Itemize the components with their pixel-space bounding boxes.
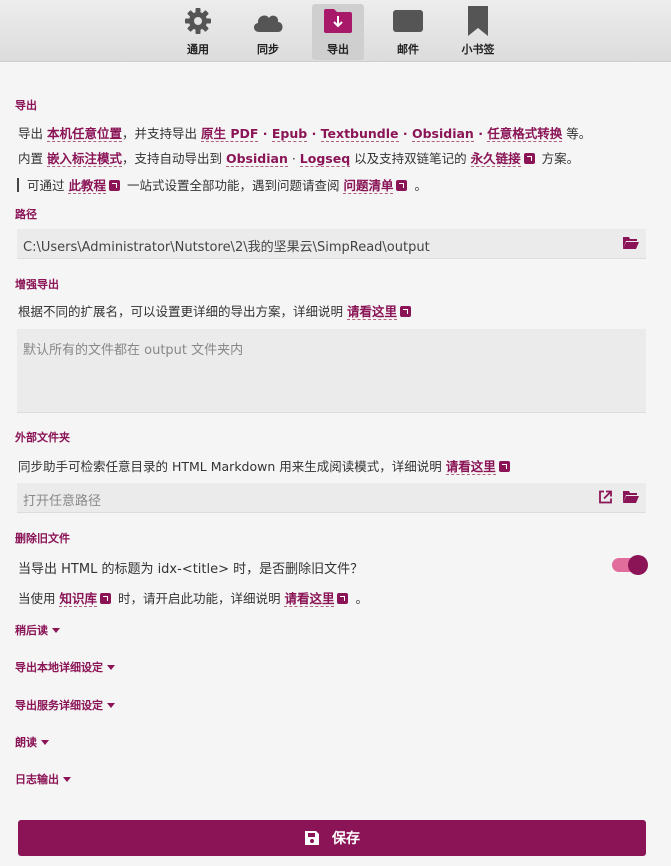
export-heading: 导出 — [15, 99, 37, 112]
tab-bookmarklet[interactable]: 小书签 — [452, 4, 504, 60]
tab-label: 通用 — [187, 43, 209, 56]
logseq-link[interactable]: Logseq — [299, 151, 351, 167]
external-link-icon — [396, 180, 408, 191]
local-link[interactable]: 本机任意位置 — [46, 126, 122, 142]
obsidian-link[interactable]: Obsidian — [225, 151, 288, 167]
external-folder-heading: 外部文件夹 — [15, 431, 70, 444]
external-link-icon — [523, 153, 535, 164]
folder-open-icon[interactable] — [623, 490, 639, 504]
tab-label: 导出 — [327, 43, 349, 56]
folder-open-icon[interactable] — [623, 236, 639, 250]
see-here-link[interactable]: 请看这里 — [346, 304, 397, 320]
bookmark-icon — [461, 4, 495, 38]
mark-mode-link[interactable]: 嵌入标注模式 — [46, 151, 122, 167]
delete-old-note: 当使用 知识库 时，请开启此功能，详细说明 请看这里 。 — [18, 591, 368, 607]
tab-label: 邮件 — [397, 43, 419, 56]
export-desc-line2: 内置 嵌入标注模式，支持自动导出到 Obsidian · Logseq 以及支持… — [18, 151, 580, 167]
save-icon — [305, 831, 319, 845]
delete-old-heading: 删除旧文件 — [15, 532, 70, 545]
save-button[interactable]: 保存 — [18, 820, 646, 856]
external-link-icon — [498, 461, 510, 472]
tab-label: 同步 — [257, 43, 279, 56]
export-folder-icon — [321, 4, 355, 38]
tab-export[interactable]: 导出 — [312, 4, 364, 60]
anyformat-link[interactable]: 任意格式转换 — [487, 126, 563, 142]
see-here-link[interactable]: 请看这里 — [284, 591, 335, 607]
enhanced-export-heading: 增强导出 — [15, 278, 59, 291]
caret-down-icon — [107, 703, 115, 708]
see-here-link[interactable]: 请看这里 — [445, 459, 496, 475]
caret-down-icon — [52, 628, 60, 633]
settings-toolbar: 通用 同步 导出 邮件 小书签 — [0, 0, 671, 62]
toggle-knob — [628, 555, 648, 575]
textbundle-link[interactable]: Textbundle — [320, 126, 399, 142]
tab-general[interactable]: 通用 — [172, 4, 224, 60]
delete-old-question: 当导出 HTML 的标题为 idx-<title> 时，是否删除旧文件？ — [18, 562, 364, 577]
external-link-icon — [400, 306, 411, 317]
tab-mail[interactable]: 邮件 — [382, 4, 434, 60]
caret-down-icon — [41, 740, 49, 745]
external-folder-desc: 同步助手可检索任意目录的 HTML Markdown 用来生成阅读模式，详细说明… — [18, 456, 513, 475]
external-link-icon — [337, 593, 349, 604]
caret-down-icon — [63, 777, 71, 782]
tab-sync[interactable]: 同步 — [242, 4, 294, 60]
external-folder-input[interactable]: 打开任意路径 — [17, 483, 646, 513]
pdf-link[interactable]: 原生 PDF — [200, 126, 259, 142]
section-log-output[interactable]: 日志输出 — [15, 771, 71, 787]
section-read-later[interactable]: 稍后读 — [15, 622, 60, 638]
delete-old-toggle[interactable] — [612, 555, 648, 575]
enhanced-export-textarea[interactable]: 默认所有的文件都在 output 文件夹内 — [17, 329, 646, 413]
tutorial-link[interactable]: 此教程 — [68, 178, 106, 194]
mail-icon — [391, 4, 425, 38]
section-service-export-settings[interactable]: 导出服务详细设定 — [15, 697, 115, 713]
gear-icon — [181, 4, 215, 38]
open-external-icon[interactable] — [599, 490, 612, 504]
path-heading: 路径 — [15, 208, 37, 221]
export-desc-line3: 可通过 此教程 一站式设置全部功能，遇到问题请查阅 问题清单 。 — [17, 175, 427, 194]
path-input[interactable]: C:\Users\Administrator\Nutstore\2\我的坚果云\… — [17, 229, 646, 259]
section-tts[interactable]: 朗读 — [15, 734, 49, 750]
tab-label: 小书签 — [461, 43, 495, 56]
epub-link[interactable]: Epub — [271, 126, 308, 142]
caret-down-icon — [107, 665, 115, 670]
quote-bar — [17, 178, 19, 192]
section-local-export-settings[interactable]: 导出本地详细设定 — [15, 659, 115, 675]
obsidian-link[interactable]: Obsidian — [411, 126, 474, 142]
enhanced-export-desc: 根据不同的扩展名，可以设置更详细的导出方案，详细说明 请看这里 — [18, 301, 414, 320]
issues-link[interactable]: 问题清单 — [343, 178, 394, 194]
external-link-icon — [109, 180, 120, 191]
cloud-icon — [251, 4, 285, 38]
external-link-icon — [100, 593, 111, 604]
permalink-link[interactable]: 永久链接 — [470, 151, 521, 167]
knowledge-base-link[interactable]: 知识库 — [59, 591, 97, 607]
export-desc-line1: 导出 本机任意位置，并支持导出 原生 PDF · Epub · Textbund… — [18, 126, 592, 142]
